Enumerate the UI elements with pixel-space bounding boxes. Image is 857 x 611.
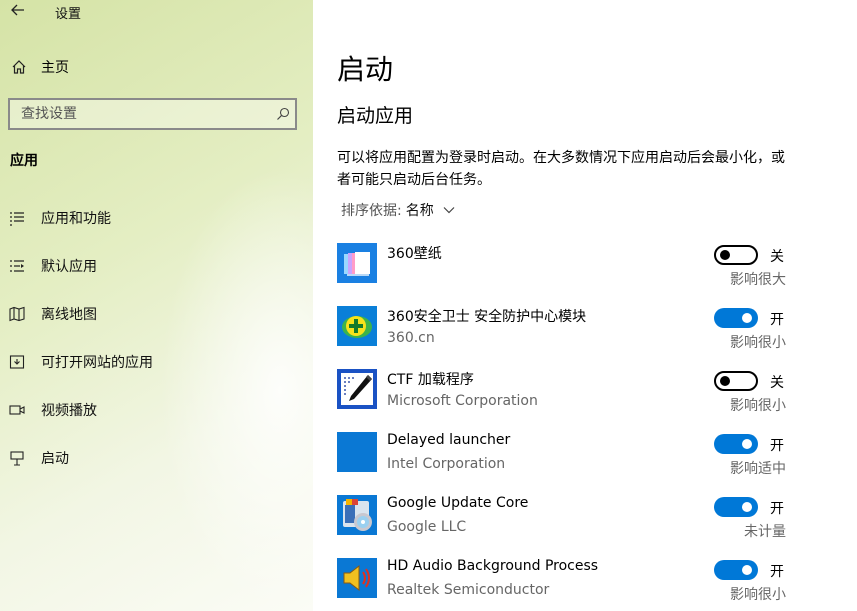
section-label-apps: 应用 <box>10 153 38 169</box>
app-publisher: Google LLC <box>387 519 467 535</box>
sidebar-item-label: 默认应用 <box>41 259 97 275</box>
startup-impact: 影响很小 <box>730 587 786 603</box>
app-name: Delayed launcher <box>387 432 511 448</box>
sidebar-item-apps-features[interactable]: 应用和功能 <box>0 198 313 238</box>
speaker-icon <box>337 558 377 598</box>
startup-toggle[interactable] <box>714 308 758 328</box>
app-publisher: Realtek Semiconductor <box>387 582 550 598</box>
list-icon <box>9 210 25 226</box>
home-icon <box>12 60 26 74</box>
toggle-knob <box>742 313 752 323</box>
toggle-knob <box>742 502 752 512</box>
toggle-state-label: 关 <box>770 375 784 391</box>
app-name: HD Audio Background Process <box>387 558 599 574</box>
sidebar-item-label: 离线地图 <box>41 307 97 323</box>
back-button[interactable] <box>8 1 28 21</box>
sort-dropdown[interactable]: 排序依据: 名称 <box>341 200 455 220</box>
main-content: 启动 启动应用 可以将应用配置为登录时启动。在大多数情况下应用启动后会最小化，或… <box>313 0 857 611</box>
app-publisher: Microsoft Corporation <box>387 393 538 409</box>
app-name: 360壁纸 <box>387 246 442 262</box>
startup-app-row: 360壁纸 关 影响很大 <box>337 243 797 293</box>
startup-app-row: 360安全卫士 安全防护中心模块 360.cn 开 影响很小 <box>337 306 797 356</box>
startup-toggle[interactable] <box>714 245 758 265</box>
toggle-knob <box>742 439 752 449</box>
startup-app-row: HD Audio Background Process Realtek Semi… <box>337 558 797 608</box>
startup-app-row: Google Update Core Google LLC 开 未计量 <box>337 495 797 545</box>
sidebar-item-label: 可打开网站的应用 <box>41 355 153 371</box>
back-arrow-icon <box>11 4 24 16</box>
sidebar-item-label: 启动 <box>41 451 69 467</box>
sidebar-item-video-playback[interactable]: 视频播放 <box>0 390 313 430</box>
web-app-icon <box>9 354 25 370</box>
startup-toggle[interactable] <box>714 371 758 391</box>
toggle-knob <box>720 250 730 260</box>
startup-app-row: Delayed launcher Intel Corporation 开 影响适… <box>337 432 797 482</box>
title-bar: 设置 <box>0 0 313 22</box>
startup-impact: 影响很大 <box>730 272 786 288</box>
startup-impact: 影响很小 <box>730 335 786 351</box>
startup-toggle[interactable] <box>714 560 758 580</box>
startup-impact: 影响适中 <box>730 461 786 477</box>
search-icon[interactable] <box>271 102 295 126</box>
sidebar: 设置 主页 应用 应用和功能 默认应 <box>0 0 313 611</box>
ctf-loader-icon <box>337 369 377 409</box>
app-publisher: 360.cn <box>387 330 435 346</box>
sidebar-item-apps-for-websites[interactable]: 可打开网站的应用 <box>0 342 313 382</box>
toggle-state-label: 开 <box>770 312 784 328</box>
app-publisher: Intel Corporation <box>387 456 506 472</box>
sidebar-item-default-apps[interactable]: 默认应用 <box>0 246 313 286</box>
startup-app-row: CTF 加载程序 Microsoft Corporation 关 影响很小 <box>337 369 797 419</box>
360-wallpaper-icon <box>337 243 377 283</box>
startup-impact: 影响很小 <box>730 398 786 414</box>
section-title: 启动应用 <box>337 105 414 127</box>
app-name: Google Update Core <box>387 495 529 511</box>
startup-icon <box>9 450 25 466</box>
toggle-state-label: 开 <box>770 438 784 454</box>
sidebar-item-label: 应用和功能 <box>41 211 111 227</box>
google-update-icon <box>337 495 377 535</box>
search-box[interactable] <box>8 98 297 130</box>
360-safe-icon <box>337 306 377 346</box>
toggle-state-label: 开 <box>770 564 784 580</box>
home-nav-item[interactable]: 主页 <box>0 54 313 80</box>
video-icon <box>9 402 25 418</box>
description-text: 可以将应用配置为登录时启动。在大多数情况下应用启动后会最小化，或者可能只启动后台… <box>337 150 785 188</box>
toggle-knob <box>742 565 752 575</box>
app-name: 360安全卫士 安全防护中心模块 <box>387 309 587 325</box>
startup-impact: 未计量 <box>744 524 786 540</box>
startup-toggle[interactable] <box>714 497 758 517</box>
map-icon <box>9 306 25 322</box>
app-name: CTF 加载程序 <box>387 372 474 388</box>
chevron-down-icon <box>443 207 455 214</box>
sort-label: 排序依据: <box>341 203 402 219</box>
default-apps-icon <box>9 258 25 274</box>
search-input[interactable] <box>10 106 271 122</box>
sidebar-item-startup[interactable]: 启动 <box>0 438 313 478</box>
home-label: 主页 <box>41 60 69 76</box>
sort-value: 名称 <box>405 203 434 219</box>
page-title: 启动 <box>337 53 394 86</box>
delayed-launcher-icon <box>337 432 377 472</box>
window-title: 设置 <box>55 7 82 22</box>
toggle-state-label: 关 <box>770 249 784 265</box>
sidebar-item-label: 视频播放 <box>41 403 97 419</box>
toggle-state-label: 开 <box>770 501 784 517</box>
sidebar-item-offline-maps[interactable]: 离线地图 <box>0 294 313 334</box>
toggle-knob <box>720 376 730 386</box>
startup-toggle[interactable] <box>714 434 758 454</box>
